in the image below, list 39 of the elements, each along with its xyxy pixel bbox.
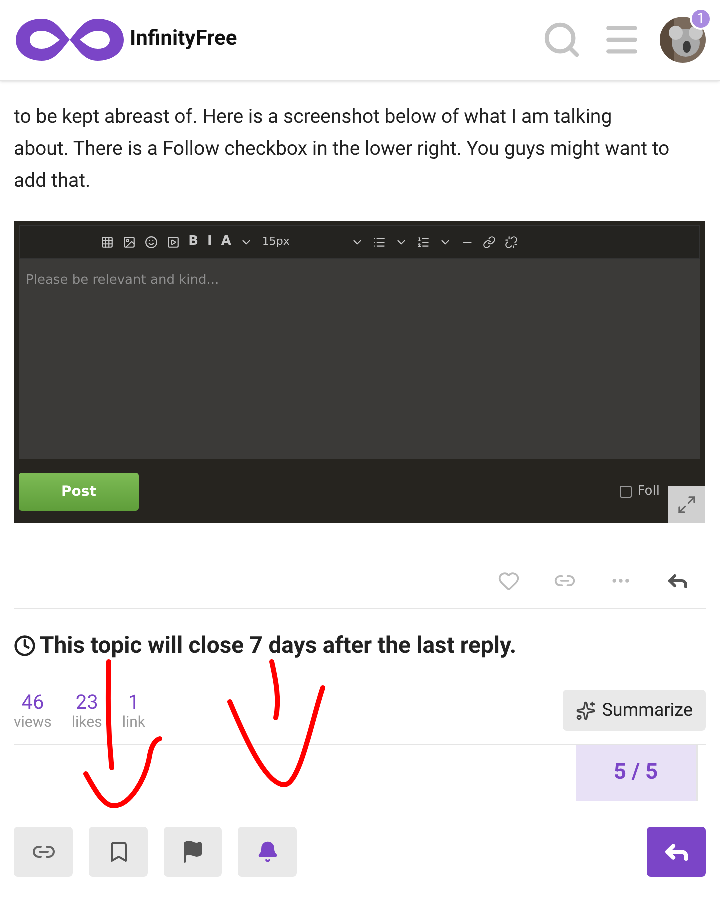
clock-icon bbox=[14, 635, 36, 658]
smiley-icon[interactable] bbox=[144, 236, 158, 248]
unlink-icon[interactable] bbox=[505, 236, 518, 248]
bell-icon bbox=[256, 840, 278, 862]
editor-placeholder: Please be relevant and kind... bbox=[26, 273, 220, 288]
format-button[interactable]: A bbox=[221, 232, 232, 252]
grid-icon[interactable] bbox=[100, 236, 114, 248]
numbered-list-icon[interactable] bbox=[417, 236, 430, 248]
expand-button[interactable] bbox=[668, 486, 705, 523]
format-button[interactable]: B bbox=[188, 232, 198, 252]
expand-icon bbox=[676, 494, 696, 514]
stat-value: 1 bbox=[128, 690, 140, 712]
summarize-button[interactable]: Summarize bbox=[563, 690, 706, 731]
link-icon[interactable] bbox=[483, 236, 496, 248]
play-icon[interactable] bbox=[166, 236, 180, 248]
bookmark-button[interactable] bbox=[89, 826, 148, 876]
editor-textarea[interactable]: Please be relevant and kind... bbox=[19, 259, 700, 459]
sparkle-icon bbox=[576, 700, 596, 720]
notification-badge: 1 bbox=[690, 8, 712, 30]
stat-label: link bbox=[122, 712, 146, 730]
stat-label: views bbox=[14, 712, 52, 730]
site-name[interactable]: InfinityFree bbox=[130, 24, 238, 56]
topic-timer-text: This topic will close 7 days after the last reply. bbox=[40, 631, 517, 661]
copy-link-button[interactable] bbox=[14, 826, 73, 876]
follow-label: Foll bbox=[638, 483, 660, 502]
flag-button[interactable] bbox=[164, 826, 222, 876]
progress-indicator[interactable]: 5 / 5 bbox=[576, 744, 698, 800]
post-paragraph: to be kept abreast of. Here is a screenshot below of what I am talking about. There is a Follow checkbox in the lower right. You guys might want to add that. bbox=[14, 104, 671, 194]
stat-value: 23 bbox=[76, 690, 98, 712]
stat-label: likes bbox=[72, 712, 102, 730]
image-icon[interactable] bbox=[122, 236, 136, 248]
flag-icon bbox=[181, 840, 205, 864]
follow-checkbox[interactable] bbox=[620, 486, 632, 498]
format-button[interactable]: I bbox=[208, 232, 212, 252]
font-size-select[interactable]: 15px bbox=[262, 234, 342, 250]
notification-button[interactable] bbox=[238, 826, 297, 876]
reply-button[interactable] bbox=[647, 826, 706, 876]
list-icon[interactable] bbox=[373, 236, 386, 248]
stat-value: 46 bbox=[22, 690, 44, 712]
